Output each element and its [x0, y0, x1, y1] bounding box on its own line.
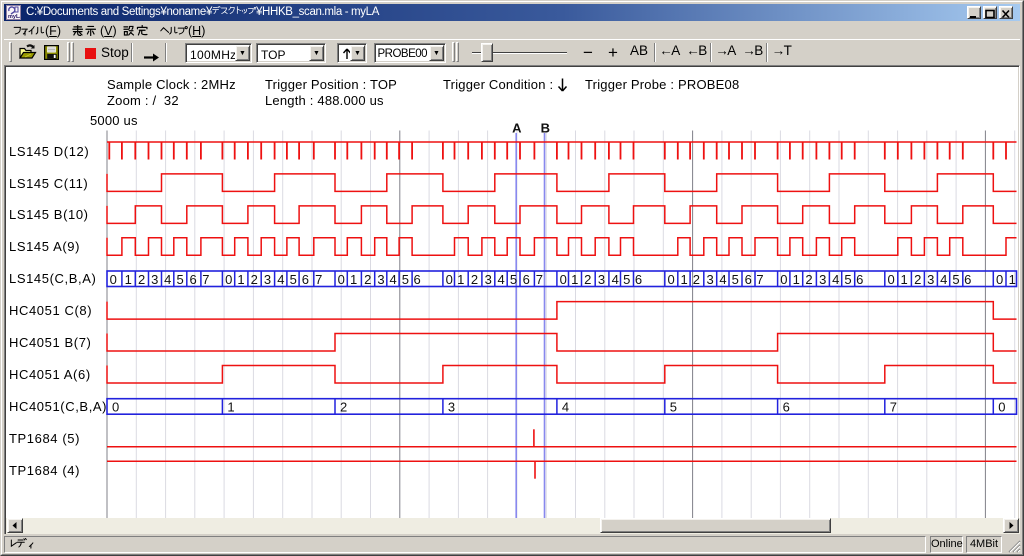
svg-text:2: 2: [340, 400, 347, 415]
svg-text:4: 4: [562, 400, 569, 415]
svg-text:5: 5: [510, 272, 517, 287]
svg-text:2: 2: [364, 272, 371, 287]
svg-text:0: 0: [780, 272, 787, 287]
svg-text:3: 3: [377, 272, 384, 287]
svg-text:7: 7: [315, 272, 322, 287]
svg-text:0: 0: [560, 272, 567, 287]
svg-text:6: 6: [783, 400, 790, 415]
svg-text:6: 6: [964, 272, 971, 287]
svg-text:3: 3: [598, 272, 605, 287]
svg-text:7: 7: [536, 272, 543, 287]
svg-text:5: 5: [402, 272, 409, 287]
svg-text:5: 5: [844, 272, 851, 287]
svg-text:3: 3: [264, 272, 271, 287]
svg-text:5: 5: [290, 272, 297, 287]
svg-text:1: 1: [457, 272, 464, 287]
svg-text:1: 1: [125, 272, 132, 287]
svg-text:4: 4: [389, 272, 396, 287]
svg-text:5: 5: [623, 272, 630, 287]
svg-text:4: 4: [940, 272, 947, 287]
svg-text:0: 0: [338, 272, 345, 287]
svg-text:0: 0: [112, 400, 119, 415]
svg-text:6: 6: [523, 272, 530, 287]
svg-text:3: 3: [706, 272, 713, 287]
svg-text:4: 4: [612, 272, 619, 287]
svg-text:0: 0: [887, 272, 894, 287]
svg-text:0: 0: [996, 272, 1003, 287]
svg-text:7: 7: [202, 272, 209, 287]
svg-text:7: 7: [890, 400, 897, 415]
svg-text:2: 2: [251, 272, 258, 287]
svg-text:1: 1: [350, 272, 357, 287]
svg-text:0: 0: [667, 272, 674, 287]
svg-text:0: 0: [446, 272, 453, 287]
svg-text:1: 1: [900, 272, 907, 287]
svg-text:0: 0: [998, 400, 1005, 415]
svg-text:B: B: [541, 121, 550, 136]
svg-text:2: 2: [693, 272, 700, 287]
svg-text:4: 4: [719, 272, 726, 287]
svg-text:6: 6: [302, 272, 309, 287]
svg-text:5: 5: [952, 272, 959, 287]
svg-text:5: 5: [670, 400, 677, 415]
svg-text:3: 3: [485, 272, 492, 287]
svg-text:6: 6: [189, 272, 196, 287]
svg-text:6: 6: [413, 272, 420, 287]
svg-text:A: A: [512, 121, 522, 136]
svg-text:6: 6: [856, 272, 863, 287]
svg-text:6: 6: [745, 272, 752, 287]
svg-text:3: 3: [819, 272, 826, 287]
svg-text:2: 2: [805, 272, 812, 287]
svg-text:3: 3: [448, 400, 455, 415]
svg-text:3: 3: [151, 272, 158, 287]
svg-text:1: 1: [793, 272, 800, 287]
svg-text:7: 7: [756, 272, 763, 287]
svg-text:1: 1: [571, 272, 578, 287]
svg-text:3: 3: [927, 272, 934, 287]
svg-text:4: 4: [164, 272, 171, 287]
svg-text:1: 1: [227, 400, 234, 415]
svg-text:0: 0: [110, 272, 117, 287]
svg-text:2: 2: [584, 272, 591, 287]
svg-text:6: 6: [635, 272, 642, 287]
svg-text:5: 5: [732, 272, 739, 287]
svg-text:4: 4: [277, 272, 284, 287]
svg-text:4: 4: [832, 272, 839, 287]
svg-text:0: 0: [225, 272, 232, 287]
svg-text:4: 4: [497, 272, 504, 287]
svg-text:2: 2: [914, 272, 921, 287]
svg-text:2: 2: [138, 272, 145, 287]
svg-text:1: 1: [1009, 272, 1016, 287]
svg-text:1: 1: [237, 272, 244, 287]
svg-text:1: 1: [680, 272, 687, 287]
svg-text:5: 5: [176, 272, 183, 287]
svg-text:2: 2: [471, 272, 478, 287]
